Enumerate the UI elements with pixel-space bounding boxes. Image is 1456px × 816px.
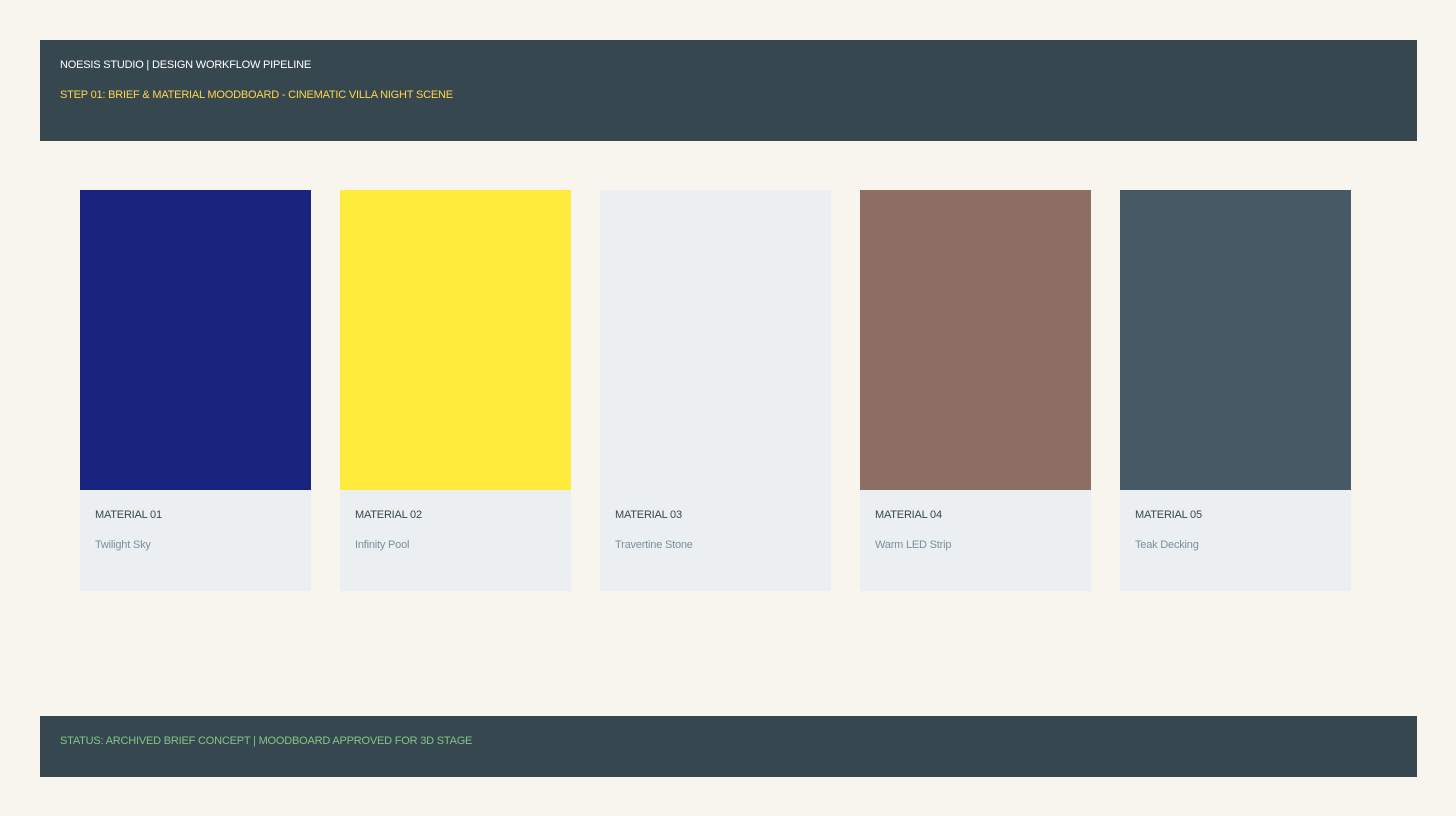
- material-card-5[interactable]: MATERIAL 05 Teak Decking: [1120, 190, 1351, 591]
- material-swatch-3: [600, 190, 831, 490]
- header-bar: NOESIS STUDIO | DESIGN WORKFLOW PIPELINE…: [40, 40, 1417, 141]
- material-label-4: MATERIAL 04: [875, 509, 942, 521]
- material-name-3: Travertine Stone: [615, 539, 693, 551]
- step-subtitle: STEP 01: BRIEF & MATERIAL MOODBOARD - CI…: [60, 89, 453, 101]
- material-label-3: MATERIAL 03: [615, 509, 682, 521]
- status-text: STATUS: ARCHIVED BRIEF CONCEPT | MOODBOA…: [60, 735, 473, 747]
- material-swatch-5: [1120, 190, 1351, 490]
- material-label-1: MATERIAL 01: [95, 509, 162, 521]
- status-bar: STATUS: ARCHIVED BRIEF CONCEPT | MOODBOA…: [40, 716, 1417, 777]
- material-card-4[interactable]: MATERIAL 04 Warm LED Strip: [860, 190, 1091, 591]
- material-name-1: Twilight Sky: [95, 539, 151, 551]
- material-name-5: Teak Decking: [1135, 539, 1199, 551]
- material-swatch-2: [340, 190, 571, 490]
- material-card-3[interactable]: MATERIAL 03 Travertine Stone: [600, 190, 831, 591]
- material-name-2: Infinity Pool: [355, 539, 410, 551]
- material-swatch-4: [860, 190, 1091, 490]
- material-label-5: MATERIAL 05: [1135, 509, 1202, 521]
- material-swatch-1: [80, 190, 311, 490]
- material-card-2[interactable]: MATERIAL 02 Infinity Pool: [340, 190, 571, 591]
- material-name-4: Warm LED Strip: [875, 539, 952, 551]
- page-title: NOESIS STUDIO | DESIGN WORKFLOW PIPELINE: [60, 59, 311, 71]
- material-card-1[interactable]: MATERIAL 01 Twilight Sky: [80, 190, 311, 591]
- material-label-2: MATERIAL 02: [355, 509, 422, 521]
